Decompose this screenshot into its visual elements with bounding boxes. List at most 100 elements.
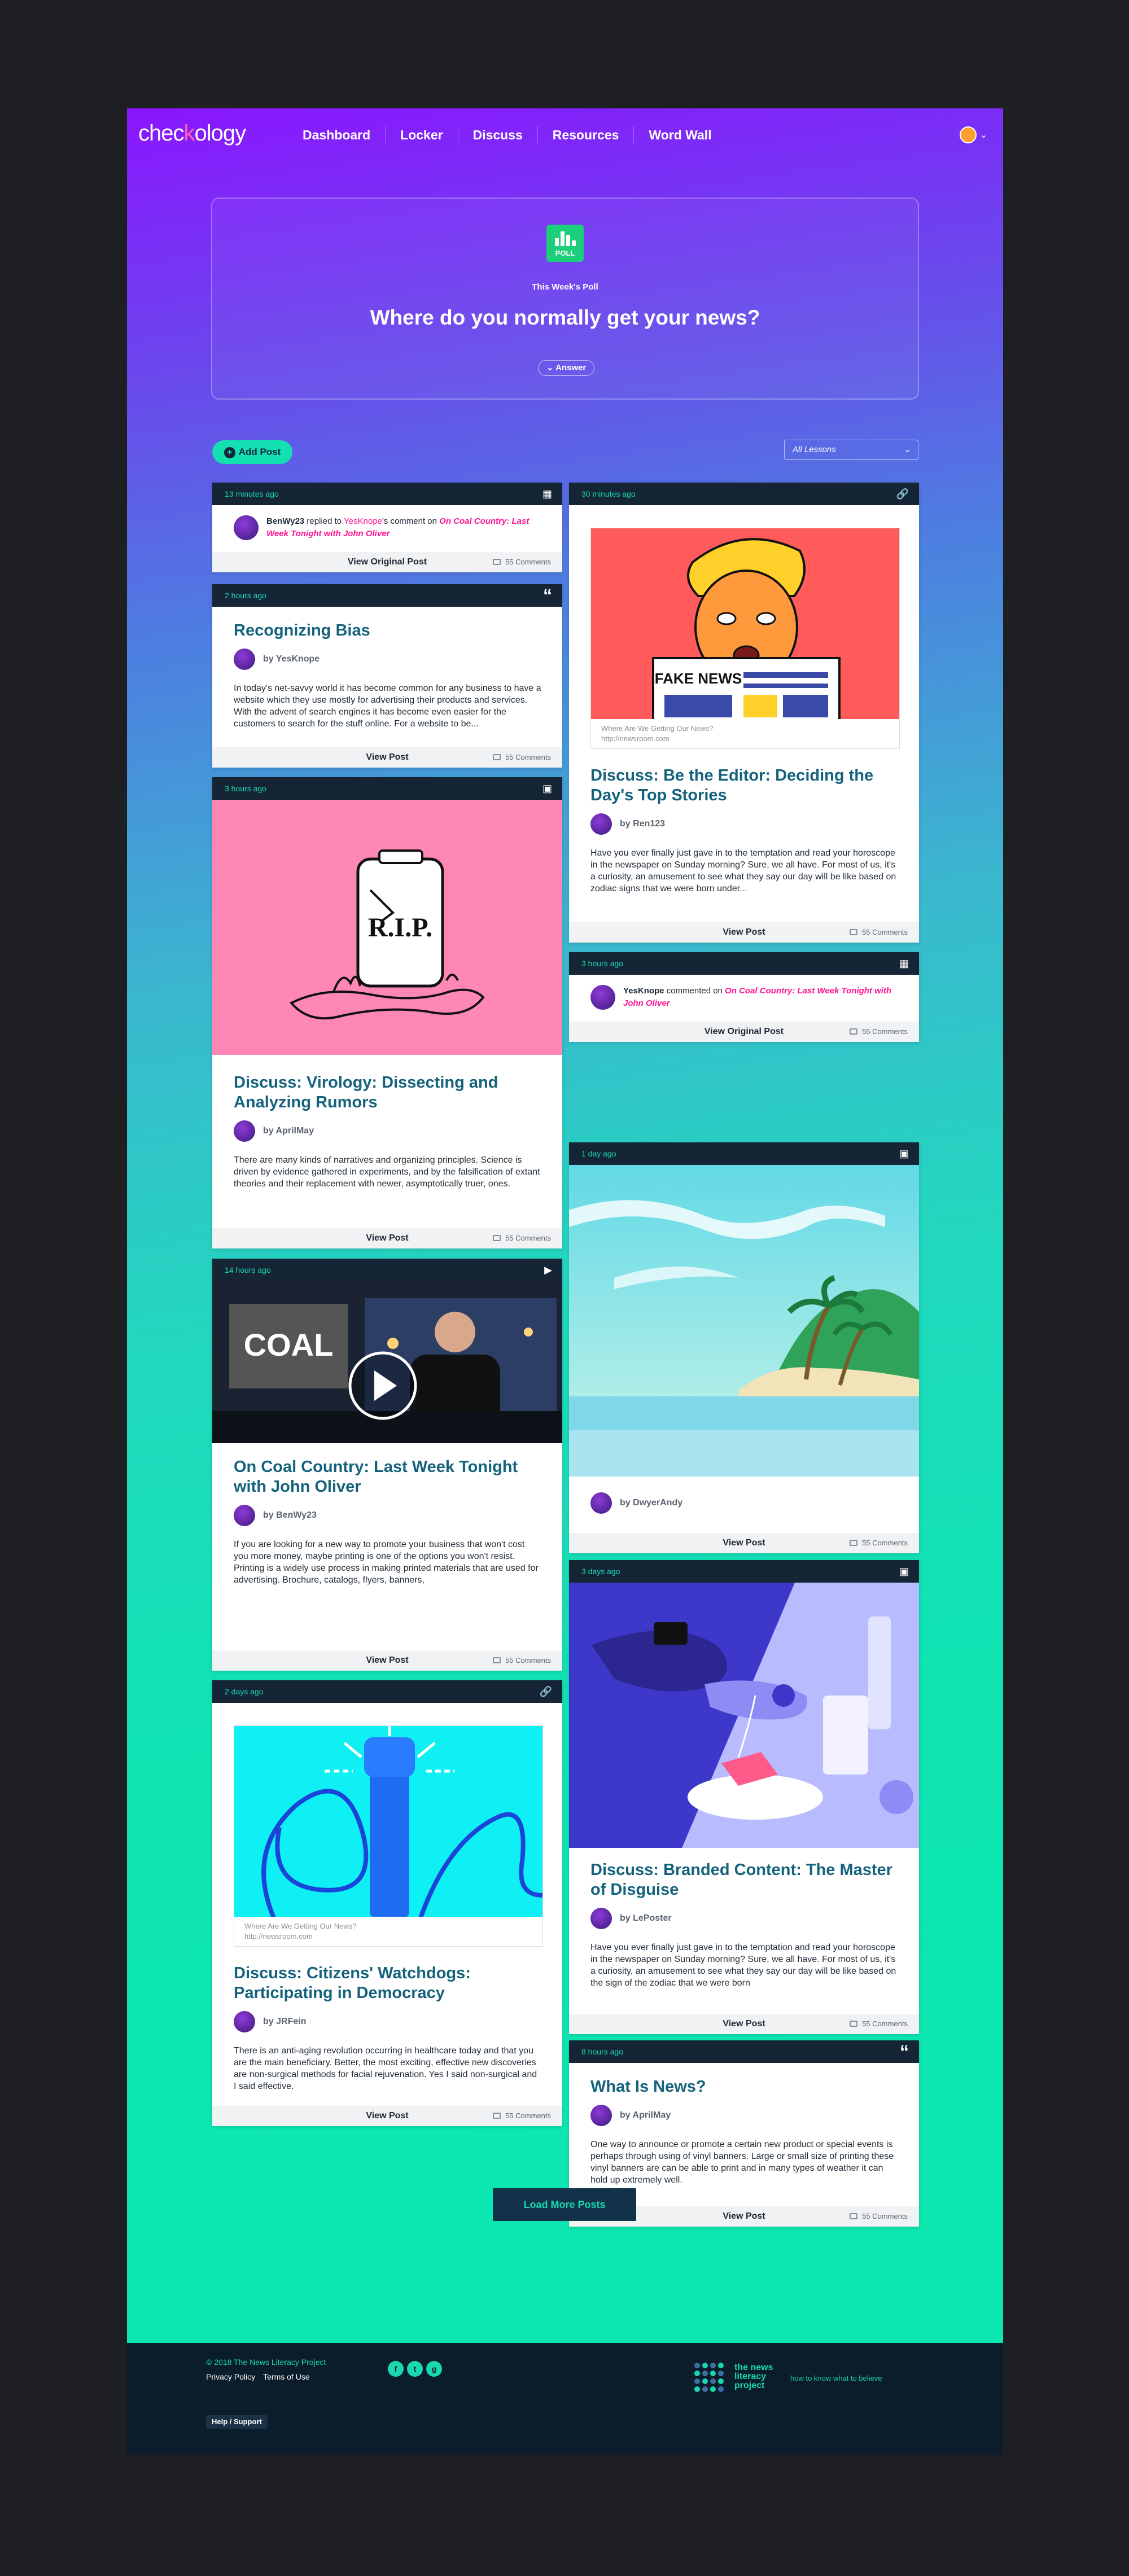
top-nav: checkology Dashboard Locker Discuss Reso… bbox=[127, 108, 1003, 161]
activity-target-user[interactable]: YesKnope bbox=[344, 516, 382, 526]
post-author[interactable]: by YesKnope bbox=[263, 654, 320, 664]
post-title[interactable]: Discuss: Virology: Dissecting and Analyz… bbox=[234, 1073, 544, 1112]
post-excerpt: There are many kinds of narratives and o… bbox=[234, 1155, 540, 1189]
comment-icon bbox=[493, 754, 501, 760]
post-author[interactable]: by JRFein bbox=[263, 2017, 306, 2027]
post-card: 2 days ago 🔗 Where Are We Getting Our New… bbox=[212, 1680, 562, 2126]
comment-count[interactable]: 55 Comments bbox=[850, 1022, 908, 1042]
comment-count[interactable]: 55 Comments bbox=[850, 1533, 908, 1553]
post-author[interactable]: by AprilMay bbox=[263, 1126, 314, 1136]
comment-count-label: 55 Comments bbox=[862, 1027, 908, 1036]
quote-icon: “ bbox=[900, 2041, 909, 2062]
branded-content-illustration bbox=[569, 1583, 919, 1848]
newspaper-headline: FAKE NEWS bbox=[655, 670, 742, 687]
island-illustration bbox=[569, 1165, 919, 1477]
comment-count[interactable]: 55 Comments bbox=[493, 552, 551, 572]
poll-answer-button[interactable]: ⌄ Answer bbox=[538, 360, 594, 376]
nav-resources[interactable]: Resources bbox=[538, 126, 634, 143]
avatar bbox=[234, 2011, 255, 2032]
comment-count[interactable]: 55 Comments bbox=[493, 1228, 551, 1248]
comment-count[interactable]: 55 Comments bbox=[493, 747, 551, 768]
comment-icon: ▦ bbox=[899, 958, 909, 969]
post-card: 14 hours ago ▶ COAL On Coal Country: Last… bbox=[212, 1259, 562, 1671]
comment-icon bbox=[850, 929, 858, 935]
checkology-logo[interactable]: checkology bbox=[138, 121, 246, 146]
image-icon: ▣ bbox=[542, 783, 552, 794]
lesson-filter-select[interactable]: All Lessons ⌄ bbox=[784, 440, 918, 460]
post-time: 3 hours ago bbox=[581, 959, 623, 968]
post-author[interactable]: by Ren123 bbox=[620, 819, 665, 829]
video-thumbnail[interactable]: COAL bbox=[212, 1281, 562, 1443]
comment-count[interactable]: 55 Comments bbox=[493, 1650, 551, 1671]
link-icon: 🔗 bbox=[896, 488, 909, 500]
add-post-button[interactable]: + Add Post bbox=[212, 440, 292, 464]
comment-icon bbox=[850, 2021, 858, 2027]
link-preview[interactable]: Where Are We Getting Our News? http://new… bbox=[234, 1725, 543, 1947]
nav-discuss[interactable]: Discuss bbox=[458, 126, 538, 143]
activity-user[interactable]: YesKnope bbox=[623, 986, 664, 996]
logo-text-b: ology bbox=[194, 121, 247, 146]
avatar bbox=[590, 2105, 612, 2126]
post-title[interactable]: What Is News? bbox=[590, 2077, 901, 2097]
nav-word-wall[interactable]: Word Wall bbox=[634, 126, 726, 143]
terms-of-use-link[interactable]: Terms of Use bbox=[263, 2372, 309, 2381]
logo-text-k: k bbox=[183, 121, 195, 146]
google-plus-icon[interactable]: g bbox=[426, 2361, 442, 2377]
post-title[interactable]: Discuss: Be the Editor: Deciding the Day… bbox=[590, 766, 901, 805]
comment-count-label: 55 Comments bbox=[862, 2019, 908, 2028]
load-more-button[interactable]: Load More Posts bbox=[493, 2188, 636, 2221]
privacy-policy-link[interactable]: Privacy Policy bbox=[206, 2372, 255, 2381]
post-title[interactable]: On Coal Country: Last Week Tonight with … bbox=[234, 1457, 544, 1497]
link-title: Where Are We Getting Our News? bbox=[244, 1922, 357, 1930]
poll-answer-label: Answer bbox=[555, 363, 587, 373]
post-time: 13 minutes ago bbox=[225, 489, 279, 498]
lesson-filter-value: All Lessons bbox=[793, 445, 836, 454]
video-icon: ▶ bbox=[544, 1264, 552, 1276]
user-menu[interactable]: ⌄ bbox=[959, 126, 987, 143]
rip-illustration: R.I.P. bbox=[212, 800, 562, 1055]
post-excerpt: In today's net-savvy world it has become… bbox=[234, 684, 541, 729]
comment-count-label: 55 Comments bbox=[862, 1539, 908, 1547]
link-preview[interactable]: FAKE NEWS Where Are We Getting Our News?… bbox=[590, 528, 900, 749]
link-icon: 🔗 bbox=[539, 1686, 552, 1697]
post-title[interactable]: Discuss: Citizens' Watchdogs: Participat… bbox=[234, 1964, 544, 2003]
comment-count[interactable]: 55 Comments bbox=[850, 922, 908, 943]
post-title[interactable]: Recognizing Bias bbox=[234, 621, 544, 641]
post-author[interactable]: by AprilMay bbox=[620, 2110, 671, 2121]
logo-text-a: chec bbox=[138, 121, 184, 146]
news-literacy-project-logo[interactable]: the news literacy project bbox=[693, 2361, 783, 2400]
post-author[interactable]: by DwyerAndy bbox=[620, 1498, 682, 1508]
comment-icon bbox=[850, 2213, 858, 2219]
avatar bbox=[590, 985, 615, 1010]
comment-count[interactable]: 55 Comments bbox=[850, 2014, 908, 2034]
comment-count[interactable]: 55 Comments bbox=[850, 2206, 908, 2227]
video-overlay-text: COAL bbox=[244, 1327, 334, 1363]
post-card: 3 days ago ▣ Discuss: Branded Content: Th… bbox=[569, 1560, 919, 2034]
link-title: Where Are We Getting Our News? bbox=[601, 724, 714, 733]
poll-question: Where do you normally get your news? bbox=[370, 306, 760, 329]
link-url: http://newsroom.com bbox=[601, 734, 669, 743]
post-title[interactable]: Discuss: Branded Content: The Master of … bbox=[590, 1860, 901, 1900]
quote-icon: “ bbox=[543, 585, 552, 606]
post-excerpt: There is an anti-aging revolution occurr… bbox=[234, 2046, 537, 2091]
image-icon: ▣ bbox=[899, 1148, 909, 1159]
comment-count-label: 55 Comments bbox=[505, 1656, 551, 1664]
help-support-button[interactable]: Help / Support bbox=[206, 2415, 268, 2429]
social-links: f t g bbox=[388, 2361, 442, 2377]
nav-dashboard[interactable]: Dashboard bbox=[288, 126, 386, 143]
comment-icon bbox=[850, 1540, 858, 1546]
chevron-down-icon: ⌄ bbox=[979, 130, 987, 140]
twitter-icon[interactable]: t bbox=[407, 2361, 423, 2377]
facebook-icon[interactable]: f bbox=[388, 2361, 404, 2377]
comment-icon: ▦ bbox=[542, 488, 552, 500]
avatar bbox=[234, 515, 259, 540]
nlp-name: the news literacy project bbox=[734, 2363, 773, 2390]
activity-user[interactable]: BenWy23 bbox=[266, 516, 304, 526]
post-author[interactable]: by BenWy23 bbox=[263, 1510, 317, 1521]
nav-locker[interactable]: Locker bbox=[386, 126, 458, 143]
comment-count-label: 55 Comments bbox=[862, 2212, 908, 2220]
rip-text: R.I.P. bbox=[368, 913, 432, 943]
comment-count[interactable]: 55 Comments bbox=[493, 2106, 551, 2126]
post-author[interactable]: by LePoster bbox=[620, 1913, 672, 1924]
post-time: 2 days ago bbox=[225, 1687, 264, 1696]
